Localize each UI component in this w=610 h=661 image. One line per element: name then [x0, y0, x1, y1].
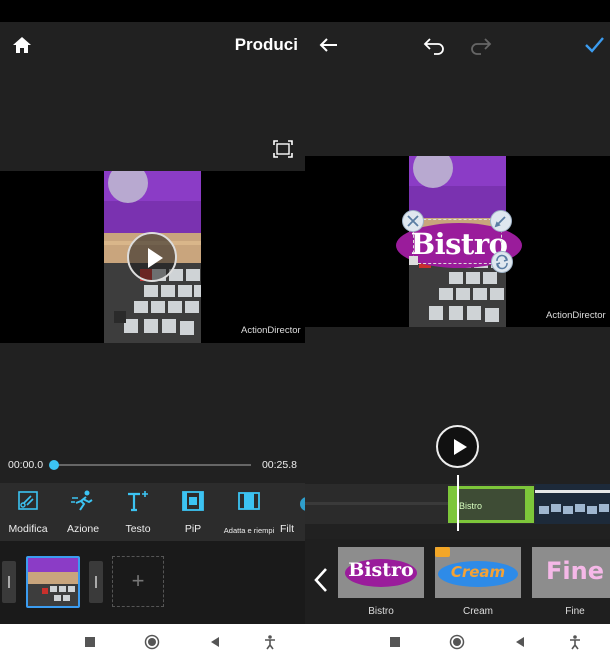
status-bar: [0, 0, 305, 22]
tool-label: Adatta e riempi: [223, 526, 275, 535]
film-icon: [182, 491, 204, 511]
title-clip[interactable]: Bistro: [448, 486, 534, 523]
current-time: 00:00.0: [8, 459, 44, 471]
tool-filtro[interactable]: Filt: [280, 489, 305, 535]
undo-icon[interactable]: [422, 34, 446, 56]
scrubber-knob[interactable]: [49, 460, 59, 470]
android-nav-bar: [0, 624, 305, 661]
running-man-icon: [71, 490, 93, 511]
tool-label: Azione: [66, 523, 100, 535]
tool-label: Filt: [280, 523, 294, 535]
pencil-icon: [494, 216, 506, 228]
top-bar: Produci: [0, 22, 305, 68]
recents-icon[interactable]: [82, 634, 98, 650]
clip-handle-left[interactable]: [448, 486, 457, 523]
title-clip-label: Bistro: [459, 501, 483, 511]
template-fine[interactable]: Fine Fine: [532, 547, 610, 617]
edit-title-button[interactable]: [490, 210, 512, 232]
timeline-track[interactable]: Bistro: [305, 475, 610, 531]
play-icon: [454, 439, 467, 455]
selection-box[interactable]: [413, 219, 502, 264]
tool-label: Testo: [125, 523, 151, 535]
play-button[interactable]: [127, 232, 177, 282]
tool-modifica[interactable]: Modifica: [0, 489, 56, 535]
home-circle-icon[interactable]: [449, 634, 465, 650]
tool-bar: Modifica Azione Testo PiP Adatta e riemp…: [0, 483, 305, 541]
title-editor-screen: ActionDirector Bistro Bistro Bistro Bist…: [305, 0, 610, 661]
resize-handle[interactable]: [409, 256, 418, 265]
delete-title-button[interactable]: [402, 210, 424, 232]
accessibility-icon[interactable]: [567, 634, 583, 650]
video-track-thumbnails: [535, 484, 610, 524]
premium-crown-icon: [435, 547, 450, 557]
close-icon: [407, 215, 419, 227]
template-preview-text: Bistro: [348, 559, 414, 581]
add-clip-button[interactable]: +: [112, 556, 164, 607]
tool-pip[interactable]: PiP: [165, 489, 221, 535]
scrubber-track[interactable]: [54, 464, 251, 466]
rotate-icon: [495, 254, 509, 270]
template-name: Fine: [565, 606, 585, 617]
produce-button[interactable]: Produci: [235, 35, 298, 55]
editor-main-screen: Produci ActionDirector 00:00.0 00:25.8 M…: [0, 0, 305, 661]
android-nav-bar: [305, 624, 610, 661]
title-templates: Bistro Bistro Cream Cream Fine Fine: [305, 539, 610, 624]
trim-handle-left[interactable]: [2, 561, 16, 603]
template-name: Bistro: [368, 606, 394, 617]
edit-scissors-icon: [18, 491, 38, 510]
template-preview-text: Fine: [546, 557, 604, 585]
trim-handle-right[interactable]: [89, 561, 103, 603]
tool-testo[interactable]: Testo: [110, 489, 166, 535]
tool-azione[interactable]: Azione: [55, 489, 111, 535]
top-bar: [305, 22, 610, 68]
fullscreen-icon[interactable]: [273, 140, 293, 158]
tool-adatta-e-riempi[interactable]: Adatta e riempi: [221, 489, 277, 535]
back-triangle-icon[interactable]: [512, 634, 528, 650]
clip-thumbnail[interactable]: [26, 556, 80, 608]
recents-icon[interactable]: [387, 634, 403, 650]
checkmark-icon[interactable]: [583, 34, 605, 56]
fit-fill-icon: [238, 492, 260, 510]
total-duration: 00:25.8: [261, 459, 297, 471]
template-preview: Bistro: [338, 547, 424, 598]
back-arrow-icon[interactable]: [317, 34, 339, 56]
watermark: ActionDirector: [241, 325, 301, 336]
chevron-left-icon[interactable]: [313, 567, 329, 593]
template-preview: Cream: [435, 547, 521, 598]
status-bar: [305, 0, 610, 22]
clip-strip: +: [0, 541, 305, 624]
tool-label: Modifica: [8, 523, 48, 535]
template-cream[interactable]: Cream Cream: [435, 547, 521, 617]
accessibility-icon[interactable]: [262, 634, 278, 650]
filter-icon: [300, 497, 305, 511]
rotate-title-button[interactable]: [491, 251, 513, 273]
home-circle-icon[interactable]: [144, 634, 160, 650]
template-name: Cream: [462, 606, 493, 617]
tool-label: PiP: [184, 523, 202, 535]
template-bistro[interactable]: Bistro Bistro: [338, 547, 424, 617]
play-icon: [148, 248, 163, 268]
template-preview: Fine: [532, 547, 610, 598]
back-triangle-icon[interactable]: [207, 634, 223, 650]
play-button[interactable]: [436, 425, 479, 468]
redo-icon[interactable]: [469, 34, 493, 56]
watermark: ActionDirector: [546, 310, 606, 321]
text-icon: [128, 491, 148, 512]
template-preview-text: Cream: [450, 563, 506, 581]
clip-handle-right[interactable]: [525, 486, 534, 523]
playhead[interactable]: [457, 475, 459, 531]
home-icon[interactable]: [12, 35, 32, 55]
